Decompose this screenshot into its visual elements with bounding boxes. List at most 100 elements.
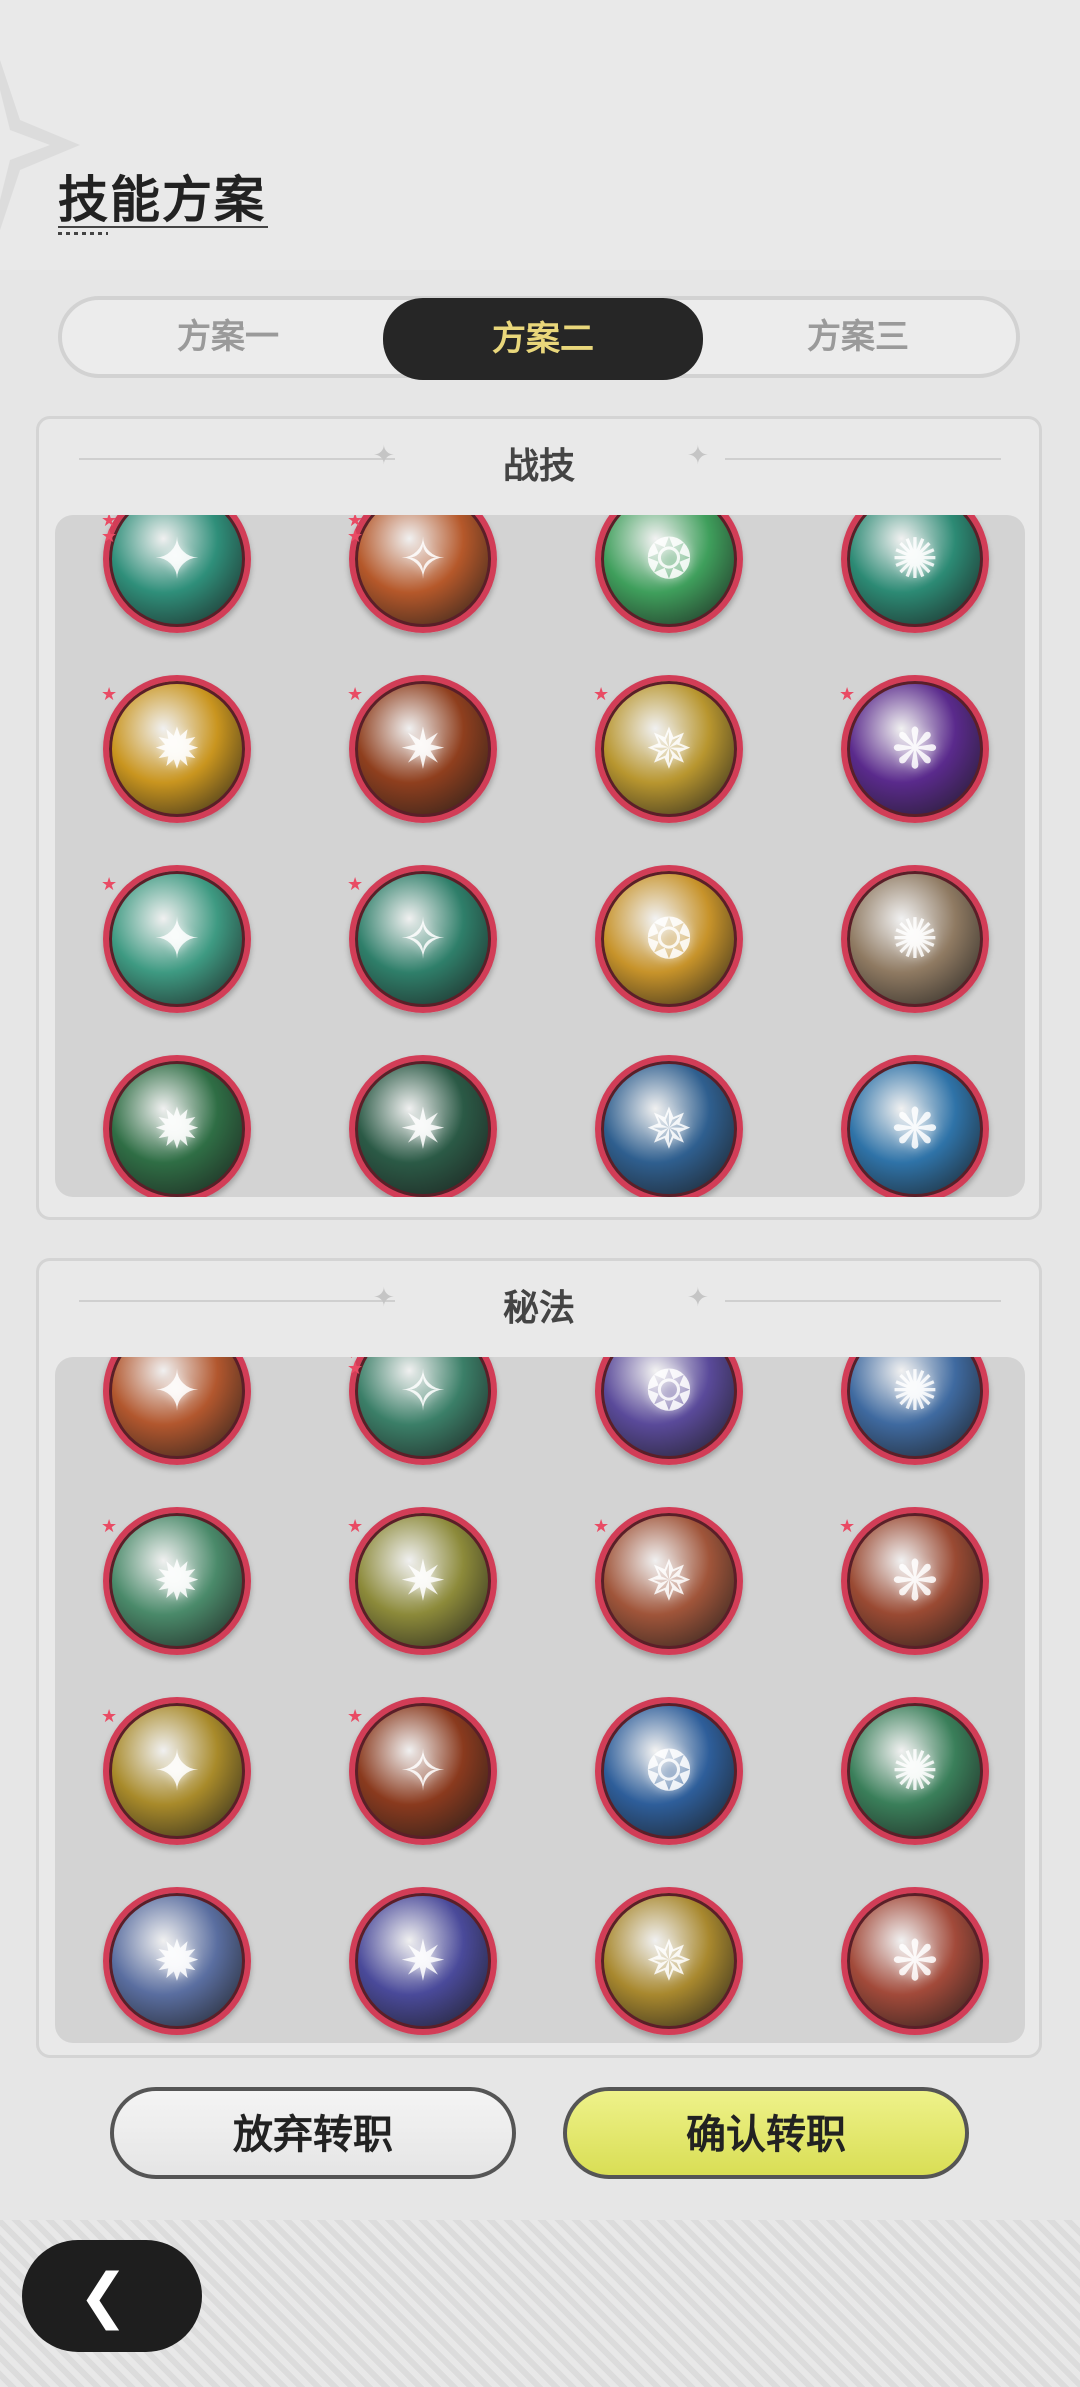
blue-gem-icon: ✹	[153, 1928, 201, 1994]
skill-slot[interactable]: ✧ ★	[347, 865, 497, 1013]
rank-star-icon: ★	[101, 874, 118, 895]
skill-slot[interactable]: ✵	[595, 1887, 743, 2035]
tab-plan-1[interactable]: 方案一	[68, 300, 388, 374]
skill-slot[interactable]: ✺	[841, 1697, 989, 1845]
snow-figure-icon: ✺	[891, 1358, 939, 1424]
skill-slot[interactable]: ❂	[595, 1697, 743, 1845]
fire-spirit-icon: ✧	[399, 1738, 447, 1804]
rank-star-icon: ★	[347, 1706, 364, 1727]
golden-spikes-icon: ✹	[153, 716, 201, 782]
back-button[interactable]: ❮	[22, 2240, 202, 2352]
rank-star-icon: ★	[347, 684, 364, 705]
rank-star-icon: ★	[839, 684, 856, 705]
rank-star-icon: ★	[101, 1706, 118, 1727]
rank-star-icon: ★	[101, 1516, 118, 1537]
green-whirl-icon: ✦	[153, 906, 201, 972]
confirm-job-change-button[interactable]: 确认转职	[563, 2087, 969, 2179]
skill-slot[interactable]: ❂★	[595, 1357, 743, 1465]
golden-burst-icon: ✵	[645, 716, 693, 782]
rank-star-icon: ★	[101, 684, 118, 705]
skill-slot[interactable]: ✵ ★	[593, 1507, 743, 1655]
green-wind-swirl-icon: ✦	[153, 526, 201, 592]
rank-star-icon: ★★★	[347, 515, 364, 547]
skill-slot[interactable]: ✵ ★	[593, 675, 743, 823]
combat-skill-grid: ✦★★★✧★★★❂★✺★✹★✷★✵★❋★✦★✧★❂✺✹✷✵❋	[55, 515, 1025, 1197]
skill-slot[interactable]: ❋ ★	[839, 1507, 989, 1655]
skill-slot[interactable]: ✺	[841, 865, 989, 1013]
skill-slot[interactable]: ❂	[595, 865, 743, 1013]
skill-slot[interactable]: ✹ ★	[101, 1507, 251, 1655]
skill-slot[interactable]: ❋ ★	[839, 675, 989, 823]
rank-star-icon: ★★★	[347, 1357, 364, 1379]
wind-sphere-icon: ✺	[891, 526, 939, 592]
thorn-ring-icon: ✷	[399, 1096, 447, 1162]
water-vortex-icon: ❋	[891, 1096, 939, 1162]
rank-star-icon: ★	[347, 1516, 364, 1537]
campfire-icon: ✷	[399, 716, 447, 782]
skill-slot[interactable]: ✦	[103, 1357, 251, 1465]
title-dots	[58, 232, 108, 235]
panel-header: ✦ 战技 ✦	[39, 419, 1039, 499]
skill-slot[interactable]: ✦ ★	[101, 865, 251, 1013]
skill-slot[interactable]: ❂★	[595, 515, 743, 633]
demon-face-icon: ❋	[891, 1548, 939, 1614]
skill-slot[interactable]: ✦ ★	[101, 1697, 251, 1845]
fire-orb-icon: ✦	[153, 1358, 201, 1424]
skill-slot[interactable]: ✺★	[841, 1357, 989, 1465]
divider	[725, 458, 1001, 460]
page-title: 技能方案	[58, 171, 266, 229]
green-crystal-icon: ✧	[399, 1358, 447, 1424]
rank-star-icon: ★	[839, 1516, 856, 1537]
chevron-left-icon: ❮	[78, 2261, 129, 2331]
tab-plan-2[interactable]: 方案二	[383, 298, 703, 380]
skill-slot[interactable]: ❋	[841, 1887, 989, 2035]
combat-section-title: 战技	[502, 446, 575, 487]
skill-slot[interactable]: ✷ ★	[347, 675, 497, 823]
rank-star-icon: ★	[593, 684, 610, 705]
purple-orbit-icon: ❂	[645, 1358, 693, 1424]
lightning-bolt-icon: ✦	[153, 1738, 201, 1804]
title-underline	[58, 226, 268, 228]
skill-slot[interactable]: ✦ ★★★	[101, 515, 251, 633]
skill-slot[interactable]: ✧ ★★★	[347, 1357, 497, 1465]
red-figure-icon: ❋	[891, 1928, 939, 1994]
divider	[725, 1300, 1001, 1302]
combat-skills-panel: ✦ 战技 ✦ ✦★★★✧★★★❂★✺★✹★✷★✵★❋★✦★✧★❂✺✹✷✵❋	[36, 416, 1042, 1220]
golden-star-strike-icon: ❂	[645, 906, 693, 972]
skill-slot[interactable]: ✺★	[841, 515, 989, 633]
skill-slot[interactable]: ✹ ★	[101, 675, 251, 823]
skill-slot[interactable]: ✧ ★★★	[347, 515, 497, 633]
green-plus-icon: ✹	[153, 1096, 201, 1162]
skill-slot[interactable]: ✷	[349, 1055, 497, 1197]
panel-header: ✦ 秘法 ✦	[39, 1261, 1039, 1341]
tab-plan-3[interactable]: 方案三	[698, 300, 1018, 374]
rank-star-icon: ★★★	[101, 515, 118, 547]
purple-crack-icon: ❋	[891, 716, 939, 782]
ice-shard-icon: ✵	[645, 1096, 693, 1162]
sparkle-icon: ✦	[687, 441, 709, 471]
skill-slot[interactable]: ✷	[349, 1887, 497, 2035]
rank-star-icon: ★	[347, 874, 364, 895]
star-wave-icon: ✷	[399, 1928, 447, 1994]
arcane-section-title: 秘法	[502, 1288, 575, 1329]
green-flame-icon: ❂	[645, 526, 693, 592]
arcane-skill-grid: ✦✧★★★❂★✺★✹★✷★✵★❋★✦★✧★❂✺✹✷✵❋	[55, 1357, 1025, 2043]
skill-slot[interactable]: ✧ ★	[347, 1697, 497, 1845]
green-shield-icon: ✹	[153, 1548, 201, 1614]
skill-slot[interactable]: ✹	[103, 1055, 251, 1197]
abandon-job-change-button[interactable]: 放弃转职	[110, 2087, 516, 2179]
arcane-skills-panel: ✦ 秘法 ✦ ✦✧★★★❂★✺★✹★✷★✵★❋★✦★✧★❂✺✹✷✵❋	[36, 1258, 1042, 2058]
skill-slot[interactable]: ✷ ★	[347, 1507, 497, 1655]
green-heart-icon: ✺	[891, 1738, 939, 1804]
heal-figure-icon: ✷	[399, 1548, 447, 1614]
flame-figure-icon: ✵	[645, 1548, 693, 1614]
skill-slot[interactable]: ❋	[841, 1055, 989, 1197]
sparkle-icon: ✦	[687, 1283, 709, 1313]
skill-slot[interactable]: ✹	[103, 1887, 251, 2035]
gold-shatter-icon: ✵	[645, 1928, 693, 1994]
green-arrow-arc-icon: ✧	[399, 906, 447, 972]
plan-tabs: 方案一 方案二 方案三	[58, 296, 1020, 380]
earth-shield-icon: ✺	[891, 906, 939, 972]
fire-vortex-icon: ✧	[399, 526, 447, 592]
skill-slot[interactable]: ✵	[595, 1055, 743, 1197]
